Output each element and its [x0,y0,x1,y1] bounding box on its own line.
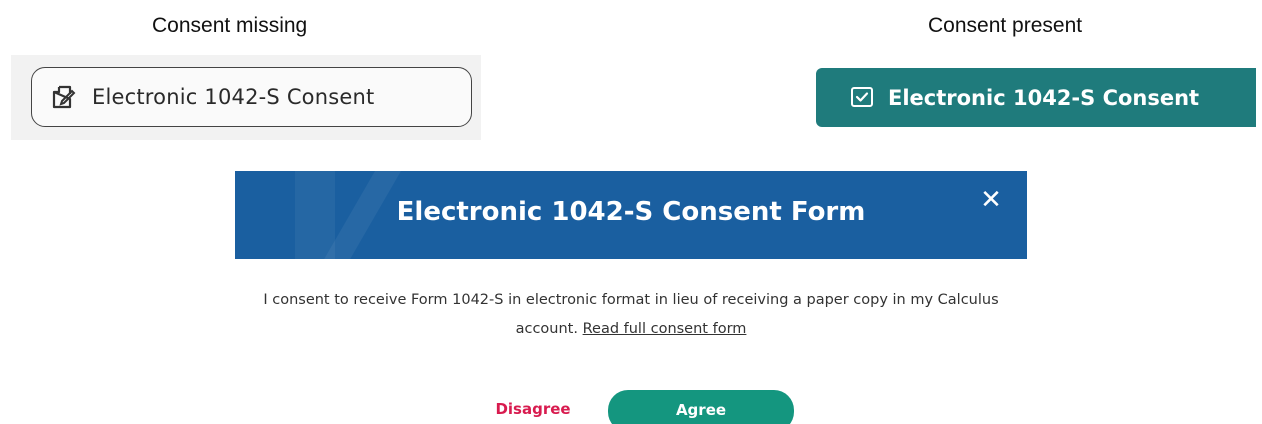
consent-missing-label: Electronic 1042-S Consent [92,85,375,109]
modal-header: Electronic 1042-S Consent Form ✕ [235,171,1027,259]
consent-present-button[interactable]: Electronic 1042-S Consent [816,68,1256,127]
modal-title: Electronic 1042-S Consent Form [396,197,866,227]
modal-body: I consent to receive Form 1042-S in elec… [235,286,1027,344]
agree-button[interactable]: Agree [608,390,794,424]
edit-document-icon [50,83,78,111]
close-icon[interactable]: ✕ [977,186,1005,214]
caption-consent-missing: Consent missing [152,14,308,37]
consent-missing-panel: Electronic 1042-S Consent [11,55,481,140]
disagree-button[interactable]: Disagree [478,400,588,424]
consent-missing-button[interactable]: Electronic 1042-S Consent [31,67,472,127]
read-full-consent-link[interactable]: Read full consent form [583,321,747,337]
checked-box-icon [850,85,876,111]
consent-present-label: Electronic 1042-S Consent [888,85,1200,110]
caption-consent-present: Consent present [928,14,1083,37]
